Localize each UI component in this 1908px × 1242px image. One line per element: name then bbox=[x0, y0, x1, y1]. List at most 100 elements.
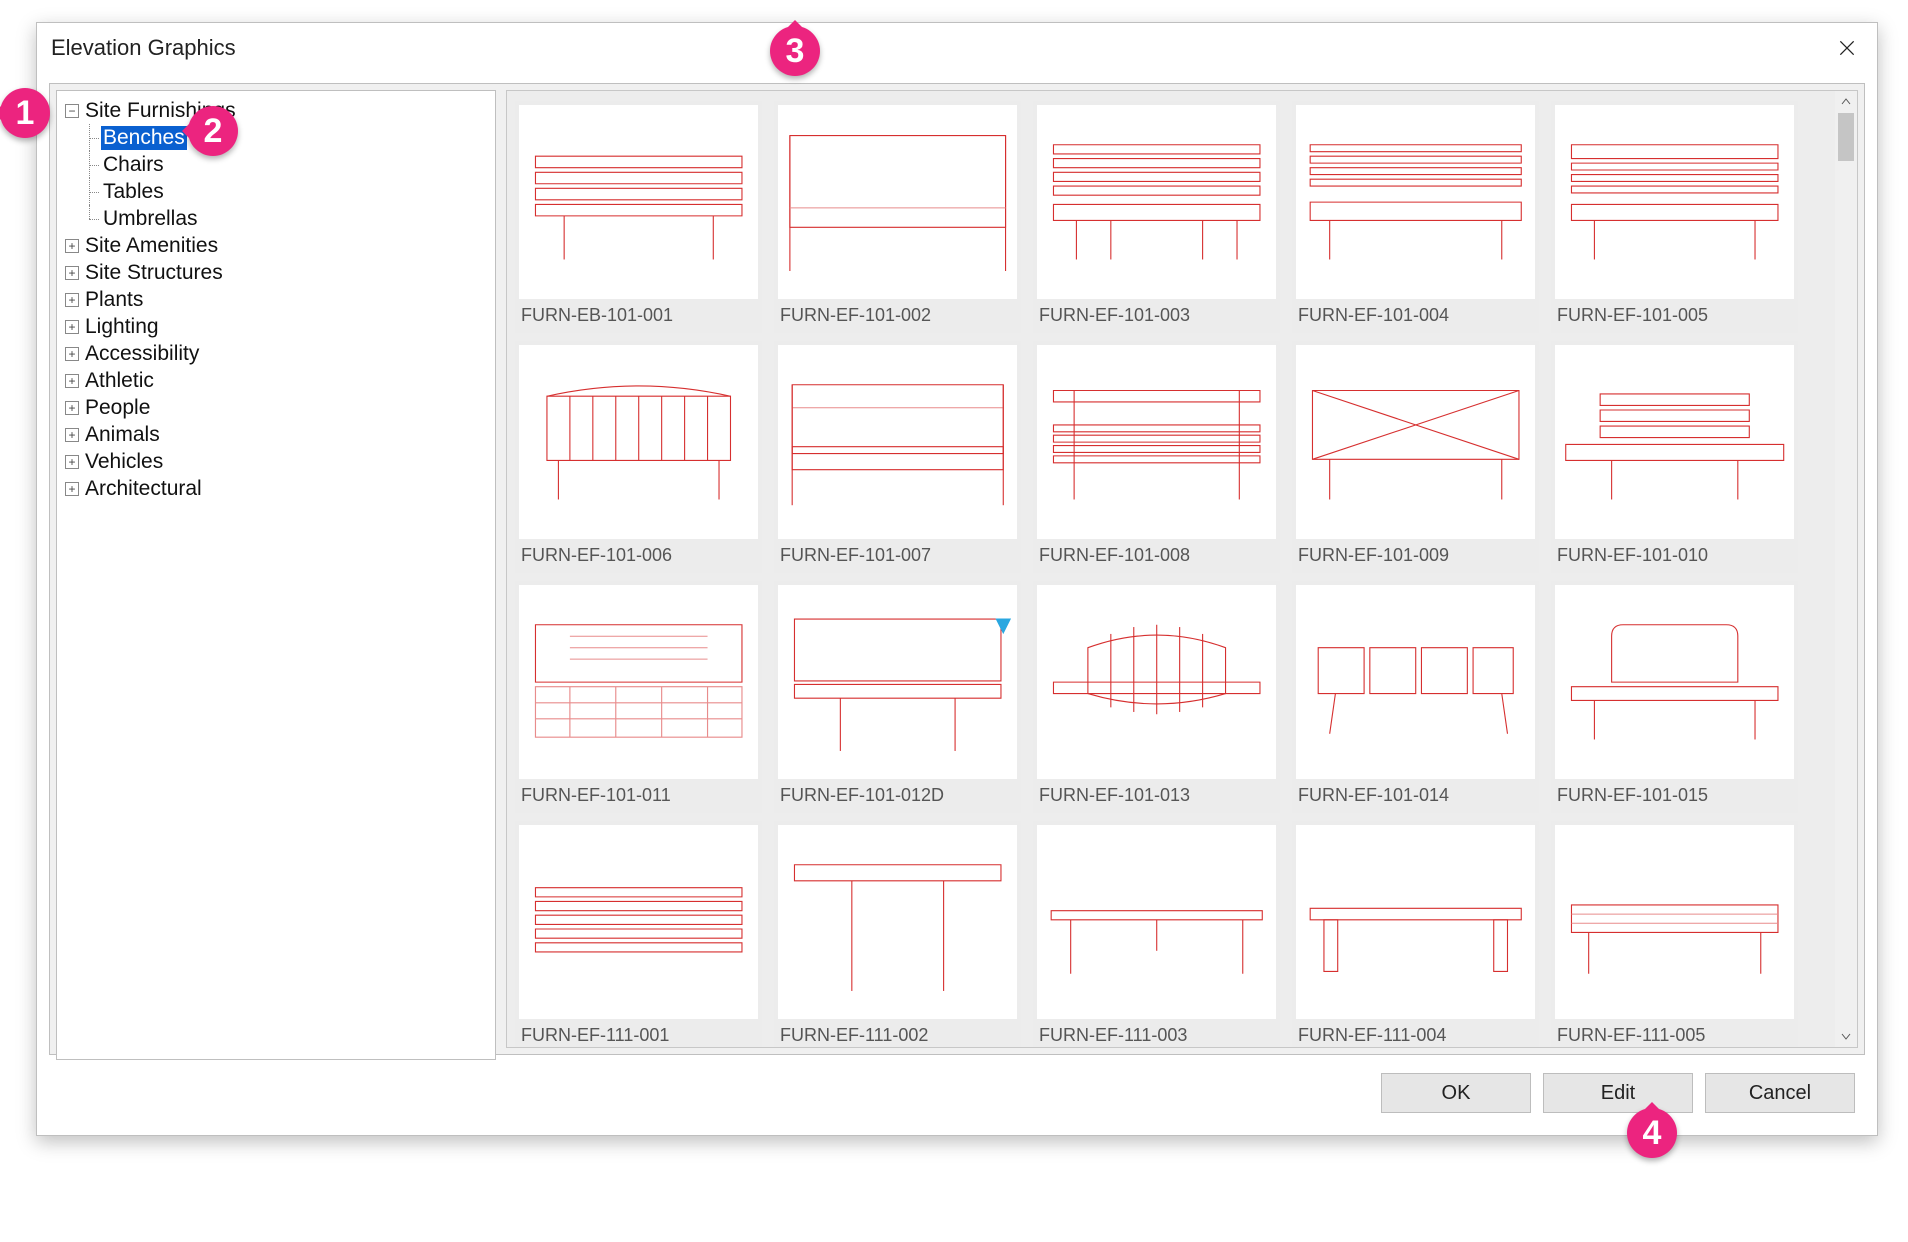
thumbnail-caption: FURN-EF-111-001 bbox=[515, 1023, 762, 1047]
title-bar: Elevation Graphics bbox=[37, 23, 1877, 73]
thumbnail-card[interactable]: FURN-EF-111-001 bbox=[515, 821, 762, 1047]
dialog-body: − Site Furnishings Benches Chairs Tables… bbox=[49, 83, 1865, 1055]
thumbnail-caption: FURN-EB-101-001 bbox=[515, 303, 762, 333]
expand-icon[interactable]: + bbox=[65, 239, 79, 253]
expand-icon[interactable]: + bbox=[65, 428, 79, 442]
thumbnail-caption: FURN-EF-101-014 bbox=[1292, 783, 1539, 813]
expand-icon[interactable]: + bbox=[65, 293, 79, 307]
tree-node-label: Chairs bbox=[101, 153, 166, 177]
dialog-window: Elevation Graphics − Site Furnishings bbox=[36, 22, 1878, 1136]
scrollbar-thumb[interactable] bbox=[1838, 113, 1854, 161]
thumbnail-preview bbox=[1296, 345, 1535, 539]
thumbnail-card[interactable]: FURN-EB-101-001 bbox=[515, 101, 762, 333]
scroll-down-icon[interactable] bbox=[1835, 1025, 1857, 1047]
thumbnail-card[interactable]: FURN-EF-111-004 bbox=[1292, 821, 1539, 1047]
scrollbar-track[interactable] bbox=[1835, 113, 1857, 1025]
dialog-footer: OK Edit Cancel bbox=[1381, 1073, 1855, 1113]
dialog-title: Elevation Graphics bbox=[51, 35, 236, 61]
expand-icon[interactable]: + bbox=[65, 374, 79, 388]
bench-icon bbox=[1042, 109, 1271, 295]
expand-icon[interactable]: + bbox=[65, 455, 79, 469]
thumbnail-caption: FURN-EF-101-004 bbox=[1292, 303, 1539, 333]
tree-node-label: Site Structures bbox=[83, 261, 225, 285]
bench-icon bbox=[524, 829, 753, 1015]
close-button[interactable] bbox=[1827, 28, 1867, 68]
expand-icon[interactable]: + bbox=[65, 347, 79, 361]
thumbnail-caption: FURN-EF-101-005 bbox=[1551, 303, 1798, 333]
thumbnail-card[interactable]: FURN-EF-101-008 bbox=[1033, 341, 1280, 573]
category-tree: − Site Furnishings Benches Chairs Tables… bbox=[57, 91, 495, 508]
thumbnail-preview bbox=[1555, 825, 1794, 1019]
thumbnail-preview bbox=[1037, 345, 1276, 539]
expand-icon[interactable]: + bbox=[65, 401, 79, 415]
thumbnail-caption: FURN-EF-111-004 bbox=[1292, 1023, 1539, 1047]
thumbnail-card[interactable]: FURN-EF-101-012D bbox=[774, 581, 1021, 813]
thumbnail-grid-panel: FURN-EB-101-001 FURN-EF-101-002 FURN-EF-… bbox=[506, 90, 1858, 1048]
bench-icon bbox=[524, 109, 753, 295]
thumbnail-caption: FURN-EF-101-012D bbox=[774, 783, 1021, 813]
tree-node-site-furnishings[interactable]: − Site Furnishings bbox=[65, 97, 487, 124]
bench-icon bbox=[1042, 589, 1271, 775]
thumbnail-caption: FURN-EF-101-003 bbox=[1033, 303, 1280, 333]
thumbnail-card[interactable]: FURN-EF-101-005 bbox=[1551, 101, 1798, 333]
expand-icon[interactable]: + bbox=[65, 482, 79, 496]
tree-node-athletic[interactable]: +Athletic bbox=[65, 367, 487, 394]
thumbnail-card[interactable]: FURN-EF-101-006 bbox=[515, 341, 762, 573]
thumbnail-card[interactable]: FURN-EF-101-003 bbox=[1033, 101, 1280, 333]
thumbnail-preview bbox=[1037, 105, 1276, 299]
thumbnail-card[interactable]: FURN-EF-101-015 bbox=[1551, 581, 1798, 813]
tree-node-label: Lighting bbox=[83, 315, 161, 339]
thumbnail-card[interactable]: FURN-EF-101-013 bbox=[1033, 581, 1280, 813]
tree-node-chairs[interactable]: Chairs bbox=[83, 151, 487, 178]
thumbnail-card[interactable]: FURN-EF-111-005 bbox=[1551, 821, 1798, 1047]
tree-node-plants[interactable]: + Plants bbox=[65, 286, 487, 313]
expand-icon[interactable]: + bbox=[65, 320, 79, 334]
tree-node-label: Animals bbox=[83, 423, 162, 447]
thumbnail-card[interactable]: FURN-EF-101-007 bbox=[774, 341, 1021, 573]
thumbnail-preview bbox=[519, 105, 758, 299]
tree-node-accessibility[interactable]: +Accessibility bbox=[65, 340, 487, 367]
tree-node-people[interactable]: +People bbox=[65, 394, 487, 421]
tree-node-site-amenities[interactable]: +Site Amenities bbox=[65, 232, 487, 259]
tree-node-site-structures[interactable]: + Site Structures bbox=[65, 259, 487, 286]
bench-icon bbox=[524, 589, 753, 775]
thumbnail-card[interactable]: FURN-EF-101-010 bbox=[1551, 341, 1798, 573]
tree-node-label: Plants bbox=[83, 288, 145, 312]
thumbnail-card[interactable]: FURN-EF-101-014 bbox=[1292, 581, 1539, 813]
edit-button[interactable]: Edit bbox=[1543, 1073, 1693, 1113]
thumbnail-preview bbox=[778, 105, 1017, 299]
tree-node-label: Tables bbox=[101, 180, 166, 204]
thumbnail-preview bbox=[519, 585, 758, 779]
bench-icon bbox=[783, 109, 1012, 295]
thumbnail-card[interactable]: FURN-EF-101-002 bbox=[774, 101, 1021, 333]
thumbnail-caption: FURN-EF-101-009 bbox=[1292, 543, 1539, 573]
scroll-up-icon[interactable] bbox=[1835, 91, 1857, 113]
bench-icon bbox=[783, 829, 1012, 1015]
thumbnail-card[interactable]: FURN-EF-101-004 bbox=[1292, 101, 1539, 333]
collapse-icon[interactable]: − bbox=[65, 104, 79, 118]
thumbnail-card[interactable]: FURN-EF-101-011 bbox=[515, 581, 762, 813]
cancel-button[interactable]: Cancel bbox=[1705, 1073, 1855, 1113]
thumbnail-preview bbox=[1037, 585, 1276, 779]
vertical-scrollbar[interactable] bbox=[1835, 91, 1857, 1047]
bench-icon bbox=[1560, 109, 1789, 295]
bench-icon bbox=[1301, 109, 1530, 295]
bench-icon bbox=[1301, 589, 1530, 775]
tree-node-architectural[interactable]: +Architectural bbox=[65, 475, 487, 502]
thumbnail-preview bbox=[778, 345, 1017, 539]
tree-node-animals[interactable]: + Animals bbox=[65, 421, 487, 448]
expand-icon[interactable]: + bbox=[65, 266, 79, 280]
tree-node-lighting[interactable]: + Lighting bbox=[65, 313, 487, 340]
thumbnail-card[interactable]: FURN-EF-111-002 bbox=[774, 821, 1021, 1047]
thumbnail-card[interactable]: FURN-EF-111-003 bbox=[1033, 821, 1280, 1047]
tree-node-umbrellas[interactable]: Umbrellas bbox=[83, 205, 487, 232]
tree-node-tables[interactable]: Tables bbox=[83, 178, 487, 205]
thumbnail-caption: FURN-EF-111-005 bbox=[1551, 1023, 1798, 1047]
thumbnail-card[interactable]: FURN-EF-101-009 bbox=[1292, 341, 1539, 573]
tree-node-vehicles[interactable]: +Vehicles bbox=[65, 448, 487, 475]
thumbnail-preview bbox=[1296, 825, 1535, 1019]
ok-button[interactable]: OK bbox=[1381, 1073, 1531, 1113]
tree-node-benches[interactable]: Benches bbox=[83, 124, 487, 151]
thumbnail-caption: FURN-EF-101-013 bbox=[1033, 783, 1280, 813]
thumbnail-grid-scroll[interactable]: FURN-EB-101-001 FURN-EF-101-002 FURN-EF-… bbox=[507, 91, 1833, 1047]
